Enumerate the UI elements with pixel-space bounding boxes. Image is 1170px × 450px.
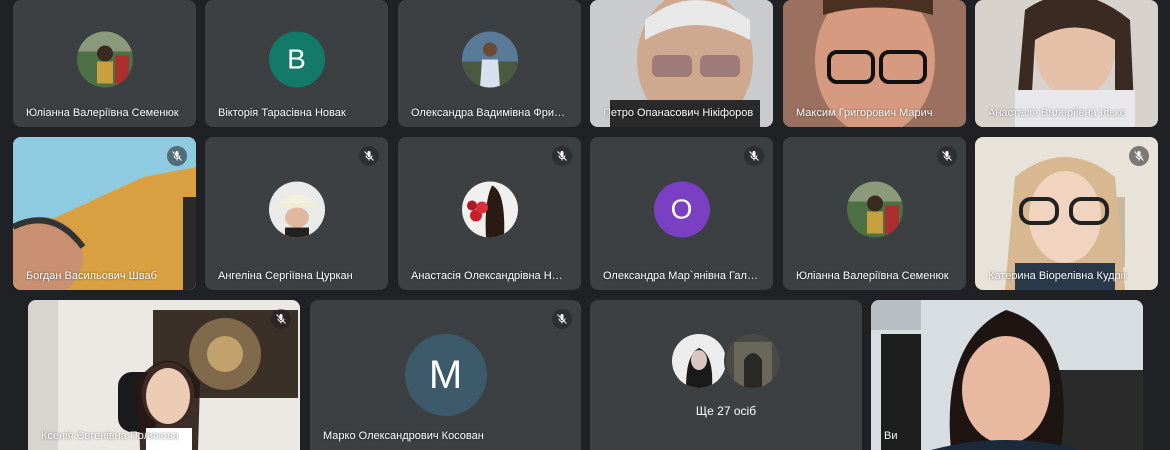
- participant-name: Юліанна Валеріївна Семенюк: [796, 270, 949, 282]
- avatar: О: [653, 181, 710, 238]
- video-feed: [28, 300, 300, 450]
- participant-tile[interactable]: Олександра Вадимівна Фри…: [398, 0, 581, 127]
- participant-name: Олександра Мар`янівна Галі…: [603, 270, 760, 282]
- video-feed: [871, 300, 1143, 450]
- mic-off-icon: [271, 309, 291, 329]
- avatar: [76, 31, 133, 88]
- participant-tile[interactable]: Богдан Васильович Шваб: [13, 137, 196, 290]
- participant-tile[interactable]: Ангеліна Сергіївна Цуркан: [205, 137, 388, 290]
- participant-tile[interactable]: М Марко Олександрович Косован: [310, 300, 581, 450]
- participant-tile[interactable]: Катерина Віорелівна Кудрік: [975, 137, 1158, 290]
- participant-tile[interactable]: Анастасія Олександрівна Н…: [398, 137, 581, 290]
- self-view-tile[interactable]: Ви: [871, 300, 1143, 450]
- participant-name: Анастасія Валеріївна Ілько: [988, 107, 1126, 119]
- mic-off-icon: [552, 146, 572, 166]
- mic-off-icon: [552, 309, 572, 329]
- participant-name: Юліанна Валеріївна Семенюк: [26, 107, 179, 119]
- participant-tile[interactable]: Юліанна Валеріївна Семенюк: [13, 0, 196, 127]
- participant-tile[interactable]: О Олександра Мар`янівна Галі…: [590, 137, 773, 290]
- participant-tile[interactable]: Анастасія Валеріївна Ілько: [975, 0, 1158, 127]
- participant-name: Богдан Васильович Шваб: [26, 270, 157, 282]
- participant-tile-speaking[interactable]: Петро Опанасович Нікіфоров: [590, 0, 773, 127]
- more-participants-tile[interactable]: Ще 27 осіб: [590, 300, 862, 450]
- participant-name: Катерина Віорелівна Кудрік: [988, 270, 1128, 282]
- participant-name: Петро Опанасович Нікіфоров: [603, 107, 754, 119]
- avatar: В: [268, 31, 325, 88]
- mic-off-icon: [937, 146, 957, 166]
- avatar: [724, 332, 782, 390]
- avatar: [461, 181, 518, 238]
- mic-off-icon: [167, 146, 187, 166]
- participant-name: Вікторія Тарасівна Новак: [218, 107, 346, 119]
- participant-name: Максим Григорович Марич: [796, 107, 933, 119]
- avatar: [268, 181, 325, 238]
- participant-tile[interactable]: Ксенія Євгенівна Полякова: [28, 300, 300, 450]
- avatar: [670, 332, 728, 390]
- participant-name: Ксенія Євгенівна Полякова: [41, 430, 179, 442]
- avatar: [461, 31, 518, 88]
- participant-name: Ви: [884, 430, 898, 442]
- avatar: М: [404, 334, 487, 416]
- mic-off-icon: [359, 146, 379, 166]
- participant-tile[interactable]: Максим Григорович Марич: [783, 0, 966, 127]
- mic-off-icon: [1129, 146, 1149, 166]
- mic-off-icon: [744, 146, 764, 166]
- participant-tile[interactable]: В Вікторія Тарасівна Новак: [205, 0, 388, 127]
- participant-tile[interactable]: Юліанна Валеріївна Семенюк: [783, 137, 966, 290]
- participant-name: Анастасія Олександрівна Н…: [411, 270, 563, 282]
- more-participants-label: Ще 27 осіб: [695, 404, 757, 418]
- avatar: [846, 181, 903, 238]
- participant-name: Олександра Вадимівна Фри…: [411, 107, 566, 119]
- participant-name: Ангеліна Сергіївна Цуркан: [218, 270, 353, 282]
- participant-name: Марко Олександрович Косован: [323, 430, 484, 442]
